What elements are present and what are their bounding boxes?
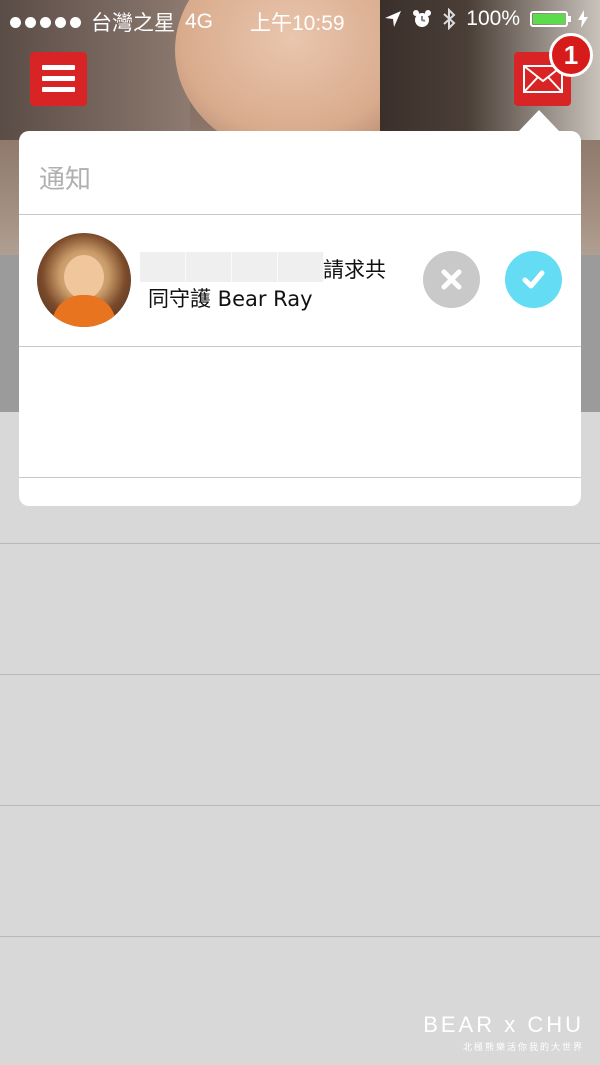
avatar-shirt xyxy=(52,295,116,327)
notification-count-badge: 1 xyxy=(549,33,593,77)
divider xyxy=(19,477,581,478)
clock: 上午10:59 xyxy=(250,12,345,35)
redacted-username xyxy=(140,252,324,282)
charging-bolt-icon xyxy=(578,10,588,28)
notifications-panel: 通知 請求共 同守護 Bear Ray xyxy=(19,131,581,506)
list-divider xyxy=(0,936,600,937)
battery-percentage: 100% xyxy=(466,7,520,30)
hamburger-menu-icon xyxy=(42,65,75,70)
accept-button[interactable] xyxy=(505,251,562,308)
popover-pointer xyxy=(518,110,560,132)
request-text-line1: 請求共 xyxy=(323,258,386,282)
alarm-clock-icon xyxy=(413,10,432,27)
battery-icon xyxy=(530,11,571,27)
x-icon xyxy=(441,269,462,290)
location-arrow-icon xyxy=(385,11,402,27)
request-text-line2: 同守護 Bear Ray xyxy=(148,287,313,311)
bluetooth-icon xyxy=(443,8,456,30)
watermark-subtitle: 北極熊樂活你我的大世界 xyxy=(462,1042,584,1052)
network-type: 4G xyxy=(185,10,214,33)
watermark: BEAR x CHU 北極熊樂活你我的大世界 xyxy=(423,1012,584,1053)
divider xyxy=(19,214,581,215)
watermark-title: BEAR x CHU xyxy=(423,1012,584,1037)
panel-title: 通知 xyxy=(39,165,92,195)
hamburger-menu-icon xyxy=(42,87,75,92)
list-divider xyxy=(0,674,600,675)
avatar-face xyxy=(64,255,104,299)
hamburger-menu-icon xyxy=(42,76,75,81)
divider xyxy=(19,346,581,347)
decline-button[interactable] xyxy=(423,251,480,308)
menu-button[interactable] xyxy=(30,52,87,106)
avatar xyxy=(37,233,131,327)
carrier-name: 台灣之星 xyxy=(91,12,175,35)
list-divider xyxy=(0,805,600,806)
checkmark-icon xyxy=(522,270,545,289)
status-bar: 台灣之星 4G 上午10:59 100% xyxy=(0,0,600,40)
list-divider xyxy=(0,543,600,544)
signal-strength-icon xyxy=(10,16,81,28)
